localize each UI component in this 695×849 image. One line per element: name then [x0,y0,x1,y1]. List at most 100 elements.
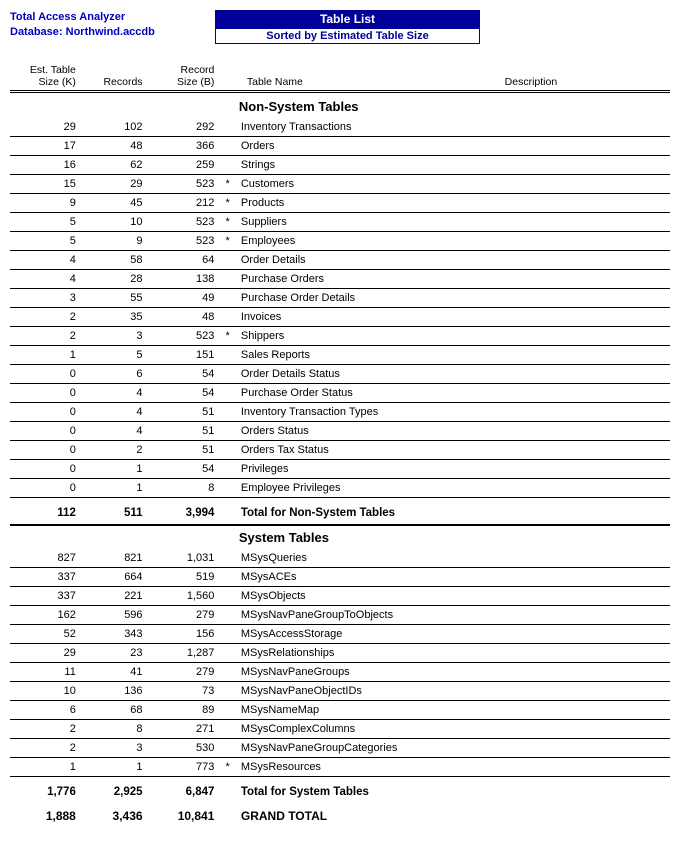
grand-total-row: 1,8883,43610,841GRAND TOTAL [10,803,670,827]
cell-recordsize: 51 [149,403,221,422]
cell-size: 6 [10,701,82,720]
cell-tablename: MSysNavPaneGroups [239,663,465,682]
cell-star [220,682,238,701]
cell-description [465,606,670,625]
cell-tablename: MSysComplexColumns [239,720,465,739]
table-row: 0451Inventory Transaction Types [10,403,670,422]
cell-size: 16 [10,156,82,175]
cell-size: 0 [10,460,82,479]
cell-tablename: MSysNavPaneGroupToObjects [239,606,465,625]
cell-tablename: Employee Privileges [239,479,465,498]
cell-tablename: Purchase Order Status [239,384,465,403]
cell-tablename: Products [239,194,465,213]
cell-size: 337 [10,568,82,587]
cell-recordsize: 151 [149,346,221,365]
cell-tablename: Privileges [239,460,465,479]
table-row: 0454Purchase Order Status [10,384,670,403]
cell-tablename: MSysNavPaneObjectIDs [239,682,465,701]
cell-star: * [220,213,238,232]
cell-description [465,175,670,194]
app-title: Total Access Analyzer [10,10,215,25]
cell-recordsize: 89 [149,701,221,720]
cell-size: 9 [10,194,82,213]
table-row: 0654Order Details Status [10,365,670,384]
cell-size: 4 [10,251,82,270]
cell-description [465,365,670,384]
cell-size: 1 [10,758,82,777]
cell-recordsize: 523 [149,232,221,251]
cell-recordsize: 212 [149,194,221,213]
cell-description [465,232,670,251]
table-row: 45864Order Details [10,251,670,270]
cell-tablename: MSysNameMap [239,701,465,720]
col-header-recordsize: RecordSize (B) [149,62,221,92]
table-row: 3372211,560MSysObjects [10,587,670,606]
cell-size: 17 [10,137,82,156]
cell-recordsize: 1,287 [149,644,221,663]
table-row: 1748366Orders [10,137,670,156]
table-row: 018Employee Privileges [10,479,670,498]
cell-size: 11 [10,663,82,682]
cell-records: 664 [82,568,149,587]
cell-description [465,568,670,587]
cell-star [220,441,238,460]
cell-description [465,384,670,403]
cell-tablename: Sales Reports [239,346,465,365]
table-row: 0251Orders Tax Status [10,441,670,460]
cell-size: 0 [10,403,82,422]
table-row: 52343156MSysAccessStorage [10,625,670,644]
cell-records: 5 [82,346,149,365]
table-row: 1529523*Customers [10,175,670,194]
section-subtotal: 1125113,994Total for Non-System Tables [10,502,670,525]
col-header-records: Records [82,62,149,92]
cell-star [220,701,238,720]
cell-description [465,270,670,289]
database-label: Database: Northwind.accdb [10,25,215,40]
cell-records: 41 [82,663,149,682]
cell-records: 45 [82,194,149,213]
cell-tablename: MSysObjects [239,587,465,606]
cell-star [220,720,238,739]
cell-description [465,758,670,777]
cell-records: 29 [82,175,149,194]
cell-records: 821 [82,549,149,568]
cell-records: 4 [82,422,149,441]
cell-tablename: Orders Tax Status [239,441,465,460]
cell-records: 2 [82,441,149,460]
cell-star [220,308,238,327]
cell-size: 29 [10,644,82,663]
cell-star [220,606,238,625]
cell-records: 1 [82,479,149,498]
cell-recordsize: 54 [149,365,221,384]
cell-tablename: Purchase Orders [239,270,465,289]
cell-star [220,118,238,137]
cell-records: 3 [82,739,149,758]
report-title: Table List [215,10,480,28]
cell-recordsize: 54 [149,460,221,479]
cell-records: 1 [82,460,149,479]
table-row: 0451Orders Status [10,422,670,441]
cell-records: 8 [82,720,149,739]
cell-records: 28 [82,270,149,289]
cell-star [220,365,238,384]
cell-size: 0 [10,441,82,460]
cell-tablename: MSysAccessStorage [239,625,465,644]
cell-size: 5 [10,213,82,232]
cell-star [220,568,238,587]
cell-star [220,739,238,758]
cell-star [220,251,238,270]
cell-description [465,194,670,213]
cell-recordsize: 48 [149,308,221,327]
cell-size: 1 [10,346,82,365]
cell-records: 3 [82,327,149,346]
table-list-report: Est. TableSize (K) Records RecordSize (B… [10,62,670,827]
section-heading: Non-System Tables [10,95,670,118]
cell-tablename: Order Details [239,251,465,270]
cell-recordsize: 8 [149,479,221,498]
table-row: 1662259Strings [10,156,670,175]
cell-size: 2 [10,720,82,739]
section-subtotal: 1,7762,9256,847Total for System Tables [10,781,670,803]
cell-size: 0 [10,422,82,441]
cell-records: 102 [82,118,149,137]
cell-recordsize: 1,031 [149,549,221,568]
